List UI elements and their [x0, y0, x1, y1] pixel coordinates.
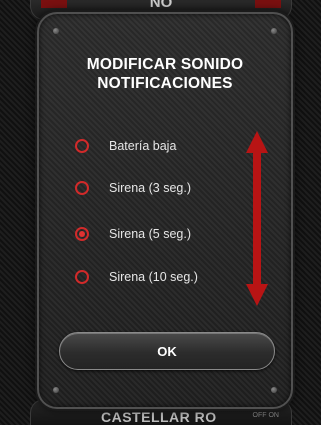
option-sirena-10[interactable]: Sirena (10 seg.): [75, 265, 225, 289]
radio-button-icon[interactable]: [75, 181, 89, 195]
dialog-title: MODIFICAR SONIDO NOTIFICACIONES: [39, 55, 291, 93]
background-bottom-switch-label: OFF ON: [252, 412, 279, 419]
radio-button-icon[interactable]: [75, 227, 89, 241]
ok-button[interactable]: OK: [59, 332, 275, 370]
radio-button-icon[interactable]: [75, 139, 89, 153]
sound-settings-dialog: MODIFICAR SONIDO NOTIFICACIONES Batería …: [37, 12, 293, 409]
screw-icon: [53, 387, 59, 393]
option-label: Sirena (3 seg.): [109, 181, 191, 195]
screw-icon: [53, 28, 59, 34]
background-bottom-label: CASTELLAR RO: [101, 409, 217, 425]
option-label: Sirena (10 seg.): [109, 270, 198, 284]
double-arrow-vertical-icon: [246, 131, 268, 306]
option-sirena-3[interactable]: Sirena (3 seg.): [75, 176, 225, 200]
option-sirena-5[interactable]: Sirena (5 seg.): [75, 222, 225, 246]
radio-button-icon[interactable]: [75, 270, 89, 284]
background-top-label: NO: [149, 0, 173, 11]
screw-icon: [271, 28, 277, 34]
screw-icon: [271, 387, 277, 393]
dialog-title-line2: NOTIFICACIONES: [97, 75, 233, 92]
dialog-title-line1: MODIFICAR SONIDO: [86, 56, 244, 73]
option-label: Sirena (5 seg.): [109, 227, 191, 241]
option-bateria-baja[interactable]: Batería baja: [75, 134, 225, 158]
option-label: Batería baja: [109, 139, 177, 153]
